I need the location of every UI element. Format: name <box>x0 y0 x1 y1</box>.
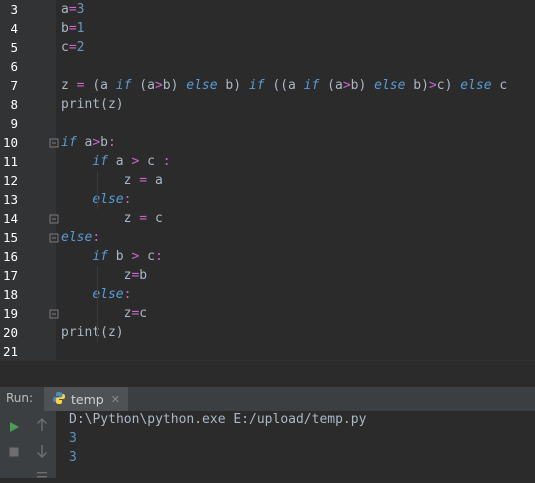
code-line[interactable]: 9 <box>0 114 535 133</box>
line-number: 9 <box>10 116 18 131</box>
fold-icon[interactable] <box>49 233 59 243</box>
line-number: 16 <box>2 249 18 264</box>
code-line[interactable]: 6 <box>0 57 535 76</box>
code-line[interactable]: 16 if b > c: <box>0 247 535 266</box>
code-text: else: <box>61 230 101 245</box>
line-number: 18 <box>2 287 18 302</box>
scroll-up-icon[interactable] <box>34 417 50 433</box>
code-line[interactable]: 20 print(z) <box>0 323 535 342</box>
indent-guide <box>97 266 98 304</box>
editor-status-area <box>0 360 535 387</box>
code-text: b=1 <box>61 21 85 36</box>
code-line[interactable]: 11 if a > c : <box>0 152 535 171</box>
code-text: z = a <box>123 173 163 188</box>
code-text: a=3 <box>61 2 85 17</box>
code-line[interactable]: 13 else: <box>0 190 535 209</box>
code-line[interactable]: 4 b=1 <box>0 19 535 38</box>
indent-guide <box>97 304 98 342</box>
code-line[interactable]: 17 z=b <box>0 266 535 285</box>
code-text: c=2 <box>61 40 85 55</box>
line-number: 5 <box>10 40 18 55</box>
code-text: print(z) <box>61 97 124 112</box>
code-text: z=c <box>123 306 148 321</box>
code-text: if a > c : <box>92 154 171 169</box>
code-text: z = (a if (a>b) else b) if ((a if (a>b) … <box>61 78 508 93</box>
close-icon[interactable]: ✕ <box>111 393 120 406</box>
line-number: 4 <box>10 21 18 36</box>
line-number: 7 <box>10 78 18 93</box>
rerun-icon[interactable] <box>6 419 22 435</box>
code-text: if b > c: <box>92 249 163 264</box>
code-line[interactable]: 5 c=2 <box>0 38 535 57</box>
code-text: print(z) <box>61 325 124 340</box>
line-number: 13 <box>2 192 18 207</box>
console-line: 3 <box>69 431 77 446</box>
code-line[interactable]: 21 <box>0 342 535 361</box>
line-number: 19 <box>2 306 18 321</box>
fold-icon[interactable] <box>49 309 59 319</box>
tab-temp[interactable]: temp ✕ <box>44 387 128 411</box>
soft-wrap-icon[interactable] <box>34 467 50 483</box>
line-number: 21 <box>2 344 18 359</box>
fold-icon[interactable] <box>49 138 59 148</box>
indent-guide <box>97 171 98 209</box>
code-line[interactable]: 15 else: <box>0 228 535 247</box>
code-line[interactable]: 18 else: <box>0 285 535 304</box>
code-line[interactable]: 19 z=c <box>0 304 535 323</box>
run-console[interactable]: D:\Python\python.exe E:/upload/temp.py 3 3 <box>0 411 535 478</box>
code-text: z=b <box>123 268 148 283</box>
line-number: 6 <box>10 59 18 74</box>
console-toolbar <box>0 411 56 478</box>
fold-icon[interactable] <box>49 214 59 224</box>
code-editor[interactable]: 3 a=3 4 b=1 5 c=2 6 7 z = (a if (a>b) else b) if… <box>0 0 535 360</box>
line-number: 12 <box>2 173 18 188</box>
console-line: D:\Python\python.exe E:/upload/temp.py <box>69 412 367 427</box>
line-number: 3 <box>10 2 18 17</box>
tab-label: temp <box>71 391 104 407</box>
stop-icon[interactable] <box>6 444 22 460</box>
run-label: Run: <box>6 391 34 405</box>
code-text: z = c <box>123 211 163 226</box>
code-line[interactable]: 7 z = (a if (a>b) else b) if ((a if (a>b)… <box>0 76 535 95</box>
code-line[interactable]: 12 z = a <box>0 171 535 190</box>
line-number: 15 <box>2 230 18 245</box>
code-text: if a>b: <box>61 135 116 150</box>
line-number: 11 <box>2 154 18 169</box>
line-number: 20 <box>2 325 18 340</box>
line-number: 17 <box>2 268 18 283</box>
python-icon <box>52 391 66 408</box>
code-line[interactable]: 14 z = c <box>0 209 535 228</box>
line-number: 10 <box>2 135 18 150</box>
line-number: 8 <box>10 97 18 112</box>
code-line[interactable]: 8 print(z) <box>0 95 535 114</box>
code-line[interactable]: 3 a=3 <box>0 0 535 19</box>
scroll-down-icon[interactable] <box>34 443 50 459</box>
line-number: 14 <box>2 211 18 226</box>
code-line[interactable]: 10 if a>b: <box>0 133 535 152</box>
run-tool-header: Run: temp ✕ <box>0 386 535 412</box>
console-line: 3 <box>69 450 77 465</box>
